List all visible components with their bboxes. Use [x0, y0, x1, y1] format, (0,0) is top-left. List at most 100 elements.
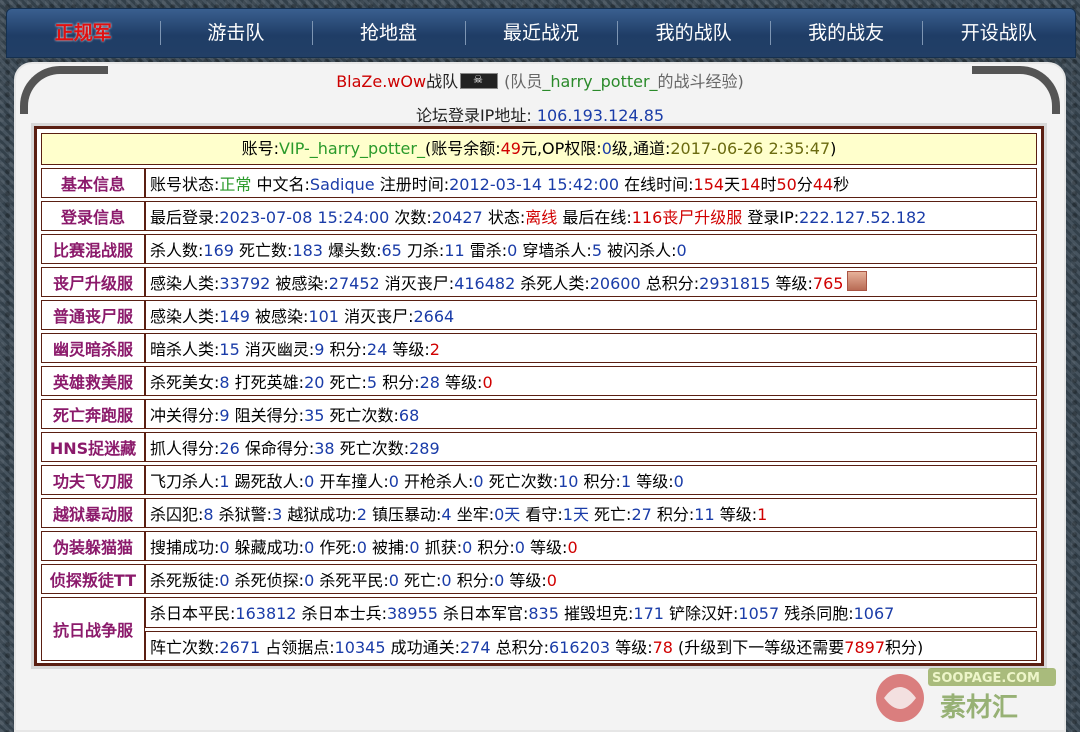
stat-label: 感染人类: — [150, 274, 220, 293]
server-label[interactable]: 越狱暴动服 — [41, 498, 145, 528]
watermark-logo: SOOPAGE.COM 素材汇 — [876, 668, 1056, 723]
stat-label: 占领据点: — [260, 637, 335, 657]
stat-label: 积分: — [472, 538, 515, 557]
nav-item-territory[interactable]: 抢地盘 — [312, 9, 465, 57]
stat-label: 最后登录: — [150, 208, 220, 227]
stat-value: 5 — [366, 373, 378, 392]
server-label[interactable]: HNS捉迷藏 — [41, 432, 145, 462]
stat-label: 杀日本军官: — [437, 604, 529, 624]
server-stats: 杀死美女:8 打死英雄:20 死亡:5 积分:28 等级:0 — [145, 366, 1037, 396]
team-name[interactable]: BlaZe.wOw — [336, 72, 426, 91]
nav-item-guerrilla[interactable]: 游击队 — [159, 9, 313, 57]
stat-label: 积分: — [651, 505, 695, 524]
stat-label: 杀死叛徒: — [150, 571, 220, 590]
stat-label: 等级: — [770, 274, 813, 293]
server-label[interactable]: 幽灵暗杀服 — [41, 333, 145, 363]
nav-item-create-team[interactable]: 开设战队 — [922, 9, 1075, 57]
server-label[interactable]: 侦探叛徒TT — [41, 564, 145, 594]
stat-value: 2012-03-14 15:42:00 — [449, 175, 620, 194]
stat-label: 铲除汉奸: — [663, 604, 739, 624]
server-label[interactable]: 比赛混战服 — [41, 234, 145, 264]
nav-item-my-teammates[interactable]: 我的战友 — [769, 9, 923, 57]
server-label[interactable]: 丧尸升级服 — [41, 267, 145, 297]
stat-label: 等级: — [439, 373, 483, 392]
stat-label: 中文名: — [251, 175, 310, 194]
stat-label: 时 — [760, 175, 777, 194]
stat-label: 消灭幽灵: — [239, 340, 315, 359]
nav-item-my-team[interactable]: 我的战队 — [617, 9, 770, 57]
server-stats: 阵亡次数:2671 占领据点:10345 成功通关:274 总积分:616203… — [145, 630, 1037, 661]
stat-value: 183 — [292, 241, 323, 260]
stat-label: 消灭丧尸: — [379, 274, 455, 293]
stat-value: 20427 — [431, 208, 483, 227]
stat-label: 死亡次数: — [324, 406, 399, 425]
stat-value: 0 — [673, 472, 684, 491]
server-stats: 抓人得分:26 保命得分:38 死亡次数:289 — [145, 432, 1037, 462]
server-label[interactable]: 登录信息 — [41, 201, 145, 231]
stats-row: 比赛混战服 杀人数:169 死亡数:183 爆头数:65 刀杀:11 雷杀:0 穿… — [41, 234, 1037, 264]
stat-value: 0 — [507, 241, 518, 260]
stat-value: 离线 — [525, 208, 558, 227]
server-label[interactable]: 功夫飞刀服 — [41, 465, 145, 495]
stat-value: 416482 — [454, 274, 516, 293]
stat-label: 杀死美女: — [150, 373, 220, 392]
stat-label: 杀死平民: — [314, 571, 389, 590]
stat-label: 保命得分: — [239, 439, 315, 458]
server-label[interactable]: 伪装躲猫猫 — [41, 531, 145, 561]
stat-value: 2931815 — [699, 274, 771, 293]
server-label[interactable]: 基本信息 — [41, 168, 145, 198]
stat-value: 20600 — [589, 274, 641, 293]
main-panel: BlaZe.wOw战队 (队员_harry_potter_的战斗经验) 论坛登录I… — [14, 62, 1066, 732]
member-prefix: (队员 — [504, 72, 543, 91]
stat-label: 积分: — [324, 340, 367, 359]
stat-value: 1 — [620, 472, 632, 491]
stat-value: 0 — [514, 538, 525, 557]
stat-label: 躲藏成功: — [229, 538, 305, 557]
balance-label: (账号余额: — [424, 139, 501, 158]
top-navigation: 正规军 游击队 抢地盘 最近战况 我的战队 我的战友 开设战队 — [6, 8, 1076, 58]
stat-value: 8 — [203, 505, 214, 524]
stats-row: 死亡奔跑服 冲关得分:9 阻关得分:35 死亡次数:68 — [41, 399, 1037, 429]
stat-value: 0 — [473, 472, 484, 491]
stat-value: 222.127.52.182 — [799, 208, 927, 227]
stat-value: 24 — [366, 340, 388, 359]
server-label[interactable]: 英雄救美服 — [41, 366, 145, 396]
account-row: 账号:VIP-_harry_potter_(账号余额:49元,OP权限:0级,通… — [41, 133, 1037, 165]
member-name: _harry_potter_ — [542, 72, 658, 91]
stat-label: 积分: — [377, 373, 420, 392]
server-stats: 账号状态:正常 中文名:Sadique 注册时间:2012-03-14 15:4… — [145, 168, 1037, 198]
watermark-bottom-text: 素材汇 — [940, 693, 1018, 723]
stat-label: 杀日本士兵: — [296, 604, 387, 624]
stats-row: 幽灵暗杀服 暗杀人类:15 消灭幽灵:9 积分:24 等级:2 — [41, 333, 1037, 363]
stat-value: 616203 — [549, 637, 611, 657]
stat-value: 0 — [304, 538, 315, 557]
stat-label: 注册时间: — [374, 175, 450, 194]
stats-row: 英雄救美服 杀死美女:8 打死英雄:20 死亡:5 积分:28 等级:0 — [41, 366, 1037, 396]
stat-label: 等级: — [524, 538, 568, 557]
server-label[interactable]: 死亡奔跑服 — [41, 399, 145, 429]
stat-label: 积分) — [885, 637, 924, 657]
stat-label: 等级: — [504, 571, 547, 590]
stat-value: 0 — [304, 472, 315, 491]
stat-label: 死亡: — [588, 505, 632, 524]
stat-value: 2671 — [219, 637, 261, 657]
stat-value: 169 — [203, 241, 234, 260]
nav-item-recent-battles[interactable]: 最近战况 — [464, 9, 618, 57]
stat-label: 开车撞人: — [314, 472, 389, 491]
stat-label: 作死: — [314, 538, 357, 557]
stats-row: 基本信息 账号状态:正常 中文名:Sadique 注册时间:2012-03-14 … — [41, 168, 1037, 198]
stat-value: 10345 — [334, 637, 386, 657]
nav-item-regular-army[interactable]: 正规军 — [7, 9, 160, 57]
server-label[interactable]: 普通丧尸服 — [41, 300, 145, 330]
stat-label: 在线时间: — [619, 175, 694, 194]
stat-value: 0 — [388, 472, 399, 491]
stat-value: 0 — [219, 538, 230, 557]
account-id: VIP-_harry_potter_ — [279, 139, 425, 158]
stats-table: 基本信息 账号状态:正常 中文名:Sadique 注册时间:2012-03-14 … — [41, 165, 1037, 664]
stat-label: 死亡次数: — [483, 472, 559, 491]
stat-value: 0 — [567, 538, 578, 557]
stat-label: 感染人类: — [150, 307, 220, 326]
stat-value: 28 — [419, 373, 440, 392]
server-stats: 暗杀人类:15 消灭幽灵:9 积分:24 等级:2 — [145, 333, 1037, 363]
server-label[interactable]: 抗日战争服 — [41, 597, 145, 661]
